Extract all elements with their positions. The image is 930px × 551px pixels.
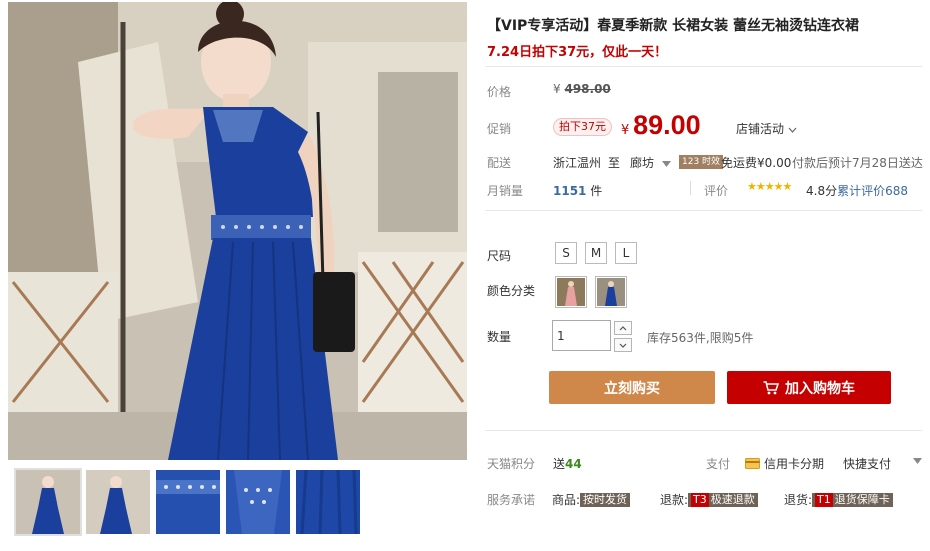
caret-down-icon[interactable] bbox=[913, 458, 922, 464]
service-refund-label: 退款: bbox=[660, 493, 689, 507]
thumbnail-image bbox=[86, 470, 150, 534]
thumbnail-image bbox=[16, 470, 80, 534]
product-subtitle: 7.24日拍下37元，仅此一天！ bbox=[487, 45, 668, 60]
service-refund-tag-text: 极速退款 bbox=[710, 492, 755, 506]
rating-stars-icon: ★★★★★ bbox=[747, 180, 792, 193]
monthly-sales-unit: 件 bbox=[590, 184, 603, 198]
credit-card-label: 信用卡分期 bbox=[764, 457, 825, 471]
rating-summary: 4.8分累计评价688 bbox=[806, 182, 908, 199]
service-return: 退货: T1 退货保障卡 bbox=[784, 491, 893, 508]
review-label: 评价 bbox=[704, 184, 729, 198]
size-label: 尺码 bbox=[487, 249, 512, 263]
size-option-s[interactable]: S bbox=[555, 242, 577, 264]
quick-pay-option[interactable]: 快捷支付 bbox=[843, 455, 891, 472]
service-goods: 商品: 按时发货 bbox=[552, 491, 631, 508]
color-option-2[interactable] bbox=[595, 276, 627, 308]
thumbnail-image bbox=[296, 470, 360, 534]
product-title: 【VIP专享活动】春夏季新款 长裙女装 蕾丝无袖烫钻连衣裙 bbox=[487, 18, 860, 34]
shipping-label: 配送 bbox=[487, 156, 512, 170]
review-count-link[interactable]: 累计评价688 bbox=[837, 184, 908, 198]
shipping-destination-select[interactable]: 廊坊 bbox=[630, 154, 671, 171]
quantity-input[interactable] bbox=[552, 320, 611, 351]
service-goods-label: 商品: bbox=[552, 493, 581, 507]
service-refund: 退款: T3 极速退款 bbox=[660, 491, 758, 508]
quantity-increase-button[interactable] bbox=[614, 321, 632, 335]
product-photo bbox=[8, 2, 467, 460]
payment-label: 支付 bbox=[706, 457, 731, 471]
main-product-image[interactable] bbox=[8, 2, 467, 460]
color-label: 颜色分类 bbox=[487, 284, 536, 298]
delivery-time-badge: 123 时效 bbox=[679, 155, 724, 169]
service-return-tag-text: 退货保障卡 bbox=[834, 492, 890, 506]
credit-card-icon bbox=[745, 458, 760, 469]
shopping-cart-icon bbox=[763, 380, 779, 394]
rating-score: 4.8分 bbox=[806, 184, 838, 198]
currency-symbol: ¥ bbox=[621, 123, 630, 138]
buy-now-button[interactable]: 立刻购买 bbox=[549, 371, 715, 404]
size-option-l[interactable]: L bbox=[615, 242, 637, 264]
shop-promo-dropdown[interactable]: 店铺活动 bbox=[736, 120, 797, 137]
thumbnail-5[interactable] bbox=[296, 470, 360, 534]
monthly-sales-count: 1151 bbox=[553, 184, 587, 198]
quantity-label: 数量 bbox=[487, 330, 512, 344]
color-option-1[interactable] bbox=[555, 276, 587, 308]
service-goods-tag-text: 按时发货 bbox=[583, 492, 628, 506]
price-label: 价格 bbox=[487, 85, 512, 99]
shipping-origin: 浙江温州 bbox=[553, 156, 602, 170]
caret-down-icon bbox=[661, 161, 671, 167]
thumbnail-1[interactable] bbox=[14, 468, 82, 536]
original-price: ¥ 498.00 bbox=[553, 82, 611, 96]
service-refund-tag[interactable]: T3 极速退款 bbox=[688, 492, 758, 507]
add-to-cart-label: 加入购物车 bbox=[785, 380, 855, 397]
credit-card-installment[interactable]: 信用卡分期 bbox=[745, 455, 824, 472]
service-return-label: 退货: bbox=[784, 493, 813, 507]
shipping-destination: 廊坊 bbox=[630, 156, 655, 170]
monthly-sales: 1151 件 bbox=[553, 182, 602, 199]
thumbnail-4[interactable] bbox=[226, 470, 290, 534]
separator bbox=[690, 181, 691, 195]
service-label: 服务承诺 bbox=[487, 493, 536, 507]
color-swatch-image bbox=[557, 278, 585, 306]
divider bbox=[485, 66, 922, 67]
service-refund-code: T3 bbox=[691, 492, 709, 507]
shop-promo-label: 店铺活动 bbox=[736, 122, 785, 136]
promo-label: 促销 bbox=[487, 122, 512, 136]
promo-tag: 拍下37元 bbox=[553, 118, 612, 136]
monthly-sales-label: 月销量 bbox=[487, 184, 524, 198]
shipping-to: 至 bbox=[608, 156, 621, 170]
current-price-value: 89.00 bbox=[633, 110, 701, 140]
size-option-m[interactable]: M bbox=[585, 242, 607, 264]
shipping-eta: 付款后预计7月28日送达 bbox=[792, 156, 923, 170]
thumbnail-image bbox=[226, 470, 290, 534]
thumbnail-3[interactable] bbox=[156, 470, 220, 534]
points-number: 44 bbox=[565, 457, 582, 471]
divider bbox=[485, 430, 922, 431]
service-return-code: T1 bbox=[815, 492, 833, 507]
stock-info: 库存563件,限购5件 bbox=[647, 331, 754, 345]
service-goods-tag[interactable]: 按时发货 bbox=[580, 492, 631, 507]
service-return-tag[interactable]: T1 退货保障卡 bbox=[812, 492, 893, 507]
chevron-down-icon bbox=[619, 343, 627, 348]
shipping-fee: 免运费¥0.00 bbox=[721, 156, 792, 170]
add-to-cart-button[interactable]: 加入购物车 bbox=[727, 371, 891, 404]
points-label: 天猫积分 bbox=[487, 457, 536, 471]
thumbnail-2[interactable] bbox=[86, 470, 150, 534]
buy-now-label: 立刻购买 bbox=[604, 380, 660, 397]
current-price: ¥ 89.00 bbox=[621, 110, 701, 141]
divider bbox=[485, 210, 922, 211]
chevron-up-icon bbox=[619, 325, 627, 330]
chevron-down-icon bbox=[788, 127, 797, 133]
points-value: 送44 bbox=[553, 455, 582, 472]
thumbnail-image bbox=[156, 470, 220, 534]
points-prefix: 送 bbox=[553, 457, 566, 471]
currency-symbol: ¥ bbox=[553, 82, 561, 96]
quantity-decrease-button[interactable] bbox=[614, 338, 632, 352]
original-price-value: 498.00 bbox=[564, 82, 611, 96]
color-swatch-image bbox=[597, 278, 625, 306]
